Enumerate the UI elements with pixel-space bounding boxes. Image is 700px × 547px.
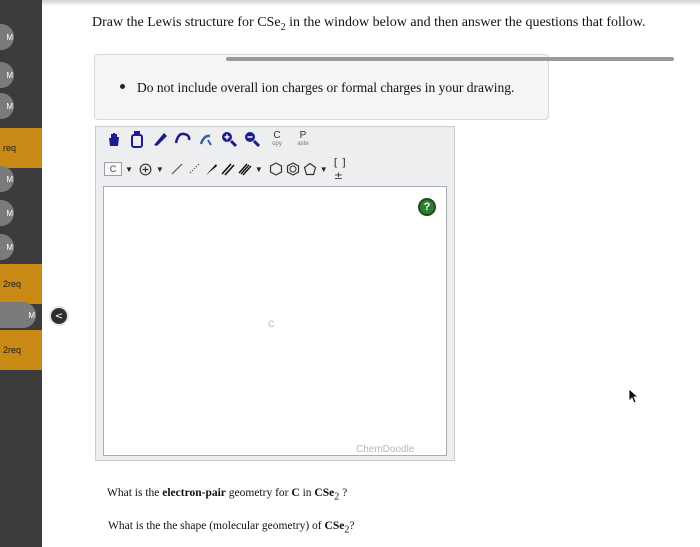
nav-item-2req-a[interactable]: 2req [0, 264, 42, 304]
single-bond-line-icon[interactable] [170, 158, 184, 180]
q1-bold: electron-pair [162, 487, 226, 499]
chevron-down-icon[interactable]: ▼ [125, 165, 133, 174]
mouse-cursor-icon [628, 388, 640, 409]
chevron-down-icon[interactable]: ▼ [320, 165, 328, 174]
ring-icon[interactable] [196, 128, 216, 150]
q2-formula: CSe [324, 520, 345, 532]
bullet-icon [120, 84, 125, 89]
pentagon-icon[interactable] [303, 158, 317, 180]
collapse-nav-button[interactable]: < [49, 306, 69, 326]
add-atom-icon[interactable] [139, 158, 153, 180]
question-electron-pair: What is the electron-pair geometry for C… [107, 487, 347, 502]
zoom-in-icon[interactable] [219, 128, 239, 150]
question-nav: M M M req M M M 2req M 2req [0, 0, 42, 547]
q1-bold-atom: C [291, 487, 300, 499]
nav-item-label: M [6, 242, 13, 252]
nav-item-label: M [6, 208, 13, 218]
nav-item-req[interactable]: req [0, 128, 42, 168]
q2-text-end: ? [349, 520, 355, 532]
q1-formula: CSe [314, 487, 335, 499]
copy-sublabel: opy [272, 140, 282, 147]
prompt-text-rest: in the window below and then answer the … [285, 15, 646, 30]
nav-item-m1[interactable]: M [0, 24, 14, 50]
lasso-icon[interactable] [173, 128, 193, 150]
zoom-out-icon[interactable] [242, 128, 262, 150]
instruction-item: Do not include overall ion charges or fo… [120, 80, 514, 96]
nav-item-m3[interactable]: M [0, 93, 14, 119]
nav-item-m7[interactable]: M [0, 302, 36, 328]
copy-label: C [273, 129, 281, 141]
benzene-icon[interactable] [286, 158, 300, 180]
nav-item-m6[interactable]: M [0, 234, 14, 260]
element-button[interactable]: C [104, 162, 122, 176]
q2-text: What is the the shape (molecular geometr… [108, 520, 325, 532]
instruction-divider [226, 57, 674, 61]
hexagon-icon[interactable] [269, 158, 283, 180]
canvas-atom-label: C [268, 319, 275, 329]
bracket-icon[interactable]: [ ]± [334, 156, 354, 182]
paste-label: P [299, 129, 307, 141]
q1-text-end: ? [339, 487, 348, 499]
wedge-bond-icon[interactable] [204, 158, 218, 180]
eraser-icon[interactable] [127, 128, 147, 150]
nav-item-label: 2req [3, 279, 22, 289]
help-icon[interactable]: ? [418, 198, 436, 216]
chemdoodle-watermark: ChemDoodle [356, 444, 415, 455]
paste-sublabel: aste [297, 140, 309, 147]
question-molecular-geometry: What is the the shape (molecular geometr… [108, 520, 354, 535]
nav-item-label: M [6, 70, 13, 80]
paste-button[interactable]: P aste [291, 129, 315, 148]
q1-text: What is the [107, 487, 163, 499]
editor-toolbar: C opy P aste C ▼ ▼ ▼ ▼ []± [104, 128, 448, 182]
nav-item-m2[interactable]: M [0, 62, 14, 88]
chevron-down-icon[interactable]: ▼ [156, 165, 164, 174]
nav-item-label: M [6, 101, 13, 111]
nav-item-m4[interactable]: M [0, 166, 14, 192]
nav-item-label: M [28, 310, 35, 320]
hashed-bond-icon[interactable] [187, 158, 201, 180]
nav-item-label: req [3, 143, 17, 153]
q1-text-in: in [299, 487, 315, 499]
drawing-canvas[interactable] [103, 186, 447, 456]
prompt-text: Draw the Lewis structure for CSe [92, 15, 281, 30]
nav-item-label: M [6, 174, 13, 184]
double-bond-icon[interactable] [221, 158, 235, 180]
copy-button[interactable]: C opy [265, 129, 289, 148]
single-bond-icon[interactable] [150, 128, 170, 150]
chevron-left-icon: < [54, 310, 64, 322]
instruction-text: Do not include overall ion charges or fo… [137, 80, 515, 95]
nav-item-m5[interactable]: M [0, 200, 14, 226]
nav-item-2req-b[interactable]: 2req [0, 330, 42, 370]
triple-bond-icon[interactable] [238, 158, 252, 180]
nav-item-label: 2req [3, 345, 22, 355]
q1-text-mid: geometry for [225, 487, 292, 499]
chevron-down-icon[interactable]: ▼ [255, 165, 263, 174]
top-strip [42, 0, 700, 6]
nav-item-label: M [6, 32, 13, 42]
question-prompt: Draw the Lewis structure for CSe2 in the… [92, 15, 645, 33]
hand-icon[interactable] [104, 128, 124, 150]
